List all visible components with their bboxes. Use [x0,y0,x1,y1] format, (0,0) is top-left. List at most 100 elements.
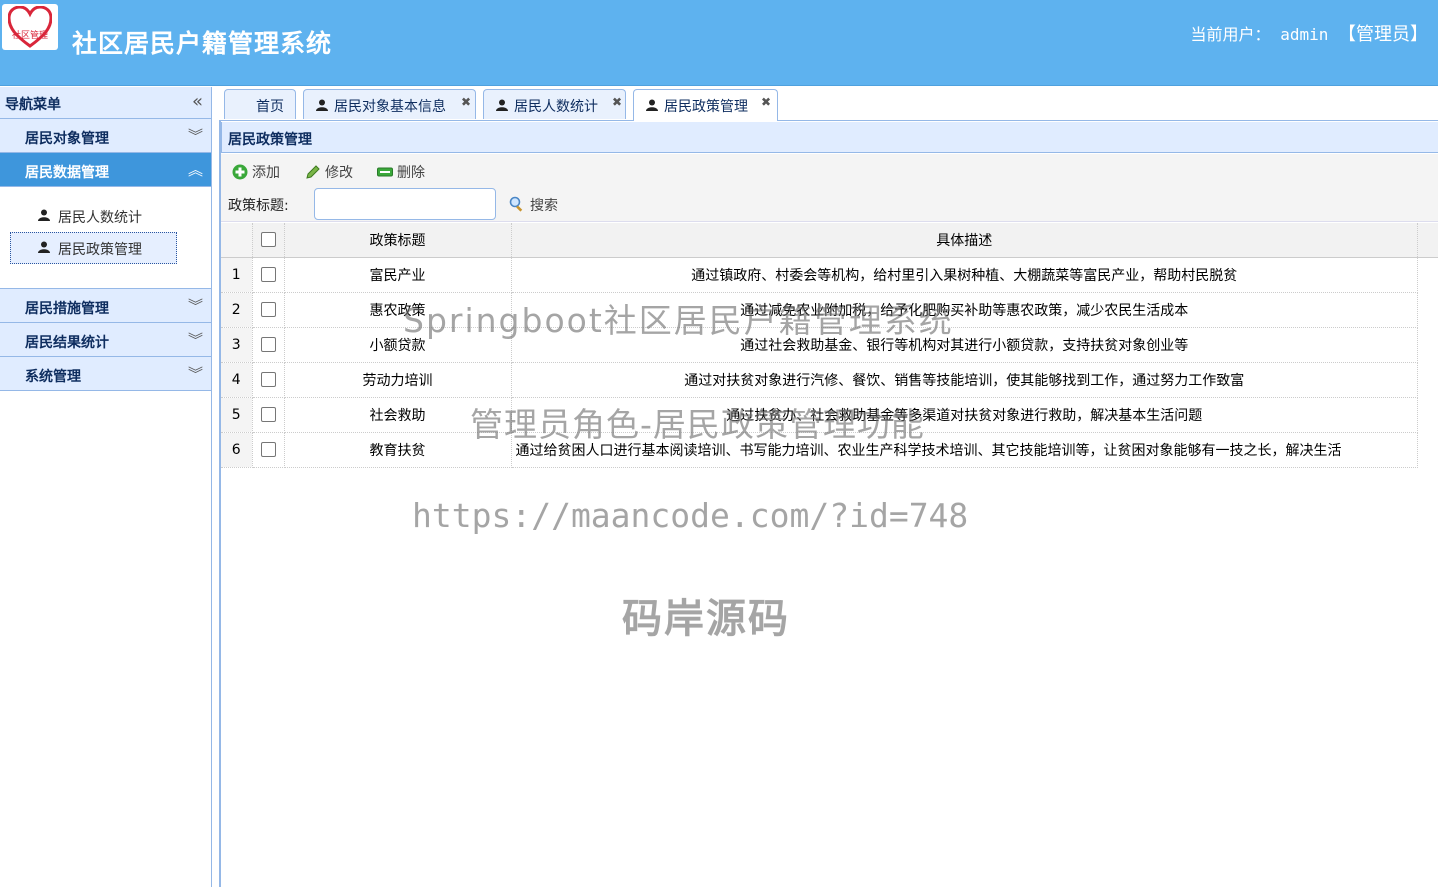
column-header-title[interactable]: 政策标题 [284,223,512,258]
row-number: 2 [221,292,253,328]
heart-logo-icon [8,6,52,48]
policy-title-cell: 教育扶贫 [284,432,512,468]
logo-text: 社区管理 [11,31,48,41]
watermark-brand: 码岸源码 [622,596,790,642]
sidebar-item-resident-policy[interactable]: 居民政策管理 [10,232,177,264]
sidebar: 导航菜单 « 居民对象管理 ︾ 居民数据管理 ︽ 居民人数统计 居民政策管理 居… [0,87,212,887]
system-title: 社区居民户籍管理系统 [72,29,333,58]
table-row[interactable]: 2 惠农政策 通过减免农业附加税，给予化肥购买补助等惠农政策，减少农民生活成本 [221,292,1418,328]
row-number: 1 [221,257,253,293]
policy-title-cell: 惠农政策 [284,292,512,328]
chevron-double-down-icon: ︾ [187,331,203,349]
search-label: 政策标题: [228,198,289,214]
current-user-label: 当前用户： [1190,25,1271,44]
app-header: 社区管理 社区居民户籍管理系统 当前用户： admin 【管理员】 [0,0,1438,86]
add-button-label: 添加 [252,165,280,181]
row-number: 4 [221,362,253,398]
close-tab-icon[interactable]: ✖ [461,95,471,109]
person-icon [646,99,658,111]
edit-button-label: 修改 [325,165,353,181]
policy-desc-cell: 通过对扶贫对象进行汽修、餐饮、销售等技能培训，使其能够找到工作，通过努力工作致富 [511,362,1418,398]
row-checkbox-cell [252,292,285,328]
policy-desc-cell: 通过给贫困人口进行基本阅读培训、书写能力培训、农业生产科学技术培训、其它技能培训… [511,432,1418,468]
policy-title-cell: 小额贷款 [284,327,512,363]
remove-icon [377,167,393,177]
sidebar-group-label: 居民数据管理 [25,165,109,181]
app-logo: 社区管理 [2,4,58,50]
current-user-role: 【管理员】 [1338,24,1428,45]
sidebar-header: 导航菜单 « [0,87,211,119]
policy-desc-cell: 通过社会救助基金、银行等机构对其进行小额贷款，支持扶贫对象创业等 [511,327,1418,363]
sidebar-submenu: 居民人数统计 居民政策管理 [0,187,211,289]
row-checkbox[interactable] [260,372,276,387]
sidebar-group-label: 系统管理 [25,369,81,385]
table-row[interactable]: 4 劳动力培训 通过对扶贫对象进行汽修、餐饮、销售等技能培训，使其能够找到工作，… [221,362,1418,398]
table-row[interactable]: 1 富民产业 通过镇政府、村委会等机构，给村里引入果树种植、大棚蔬菜等富民产业，… [221,257,1418,293]
tab-resident-count[interactable]: 居民人数统计 ✖ [483,89,626,119]
tab-resident-policy[interactable]: 居民政策管理 ✖ [633,89,778,121]
select-all-header [252,223,285,258]
tab-label: 居民对象基本信息 [334,99,446,115]
toolbar: 添加 修改 删除 政策标题: 搜索 [221,154,1438,222]
tab-label: 首页 [256,99,284,115]
policy-title-cell: 劳动力培训 [284,362,512,398]
tab-bar: 首页 居民对象基本信息 ✖ 居民人数统计 ✖ 居民政策管理 ✖ [219,87,1438,121]
sidebar-group-label: 居民对象管理 [25,131,109,147]
sidebar-title: 导航菜单 [5,97,61,113]
row-checkbox-cell [252,432,285,468]
row-checkbox-cell [252,327,285,363]
row-checkbox[interactable] [260,302,276,317]
row-checkbox[interactable] [260,337,276,352]
row-number-header [221,223,253,258]
collapse-sidebar-icon[interactable]: « [192,91,203,112]
policy-title-cell: 富民产业 [284,257,512,293]
person-icon [38,241,50,253]
chevron-double-down-icon: ︾ [187,297,203,315]
row-checkbox[interactable] [260,267,276,282]
sidebar-group-result-statistics[interactable]: 居民结果统计 ︾ [0,323,211,357]
select-all-checkbox[interactable] [260,232,276,248]
sidebar-item-label: 居民人数统计 [58,210,142,226]
panel-title: 居民政策管理 [228,132,312,148]
column-header-desc[interactable]: 具体描述 [511,223,1418,258]
tab-label: 居民政策管理 [664,99,748,115]
row-number: 6 [221,432,253,468]
row-checkbox-cell [252,362,285,398]
table-row[interactable]: 5 社会救助 通过扶贫办、社会救助基金等多渠道对扶贫对象进行救助，解决基本生活问… [221,397,1418,433]
delete-button-label: 删除 [397,165,425,181]
sidebar-group-resident-measures[interactable]: 居民措施管理 ︾ [0,289,211,323]
row-checkbox[interactable] [260,407,276,422]
tab-home[interactable]: 首页 [224,89,296,119]
add-icon [232,164,248,180]
tab-resident-basic-info[interactable]: 居民对象基本信息 ✖ [303,89,476,119]
search-button-label: 搜索 [530,198,558,214]
table-row[interactable]: 3 小额贷款 通过社会救助基金、银行等机构对其进行小额贷款，支持扶贫对象创业等 [221,327,1418,363]
row-number: 5 [221,397,253,433]
sidebar-group-label: 居民措施管理 [25,301,109,317]
chevron-double-up-icon: ︽ [187,161,203,179]
current-user-name: admin [1280,25,1329,44]
person-icon [38,209,50,221]
person-icon [316,99,328,111]
panel-header: 居民政策管理 [221,122,1438,153]
table-header-row: 政策标题 具体描述 [221,223,1418,258]
close-tab-icon[interactable]: ✖ [761,95,771,109]
close-tab-icon[interactable]: ✖ [612,95,622,109]
sidebar-item-resident-count[interactable]: 居民人数统计 [10,200,177,232]
policy-title-search-input[interactable] [314,188,496,220]
sidebar-group-resident-object[interactable]: 居民对象管理 ︾ [0,119,211,153]
row-checkbox-cell [252,257,285,293]
chevron-double-down-icon: ︾ [187,365,203,383]
sidebar-item-label: 居民政策管理 [58,242,142,258]
policy-desc-cell: 通过扶贫办、社会救助基金等多渠道对扶贫对象进行救助，解决基本生活问题 [511,397,1418,433]
sidebar-group-system[interactable]: 系统管理 ︾ [0,357,211,391]
policy-desc-cell: 通过镇政府、村委会等机构，给村里引入果树种植、大棚蔬菜等富民产业，帮助村民脱贫 [511,257,1418,293]
person-icon [496,99,508,111]
policy-desc-cell: 通过减免农业附加税，给予化肥购买补助等惠农政策，减少农民生活成本 [511,292,1418,328]
table-row[interactable]: 6 教育扶贫 通过给贫困人口进行基本阅读培训、书写能力培训、农业生产科学技术培训… [221,432,1418,468]
current-user: 当前用户： admin 【管理员】 [1191,20,1428,46]
pencil-icon [306,165,320,179]
row-checkbox-cell [252,397,285,433]
row-checkbox[interactable] [260,442,276,457]
sidebar-group-resident-data[interactable]: 居民数据管理 ︽ [0,153,211,187]
